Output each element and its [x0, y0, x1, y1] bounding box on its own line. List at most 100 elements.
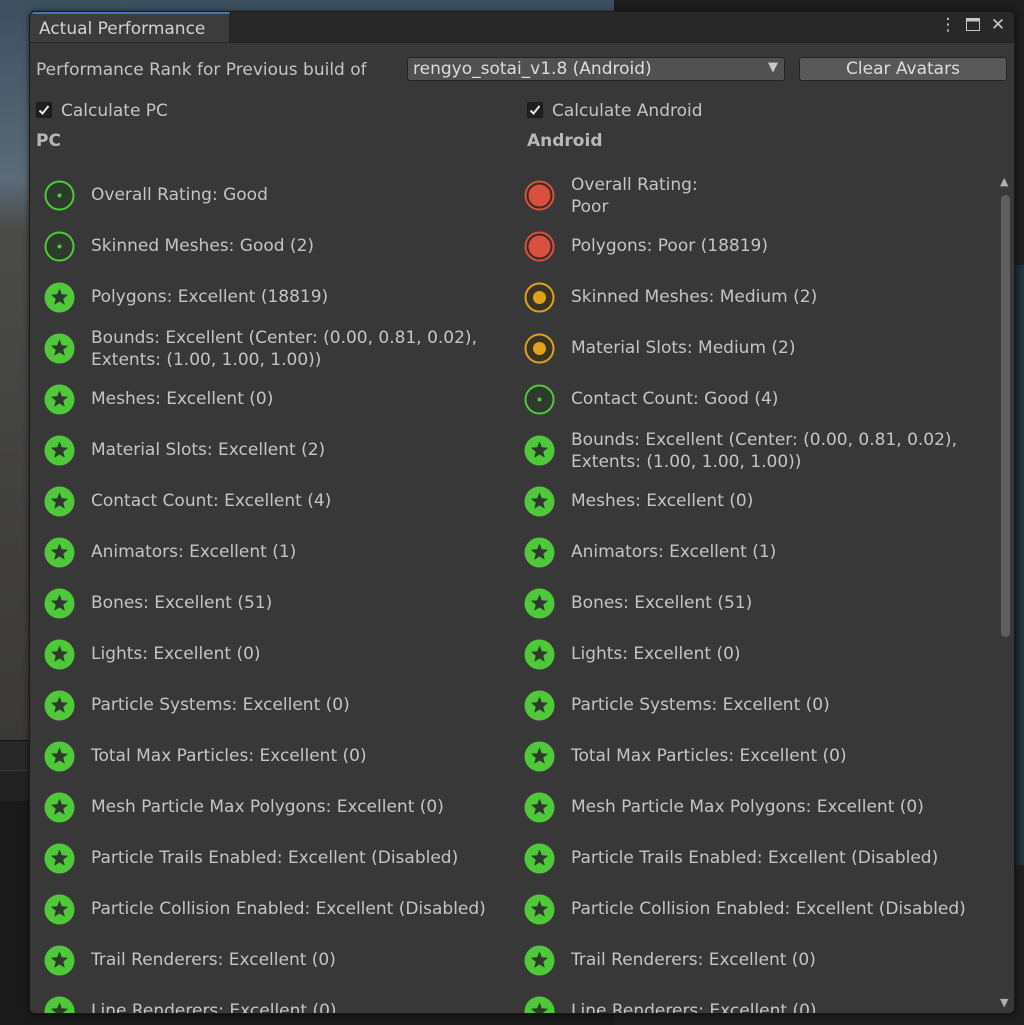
stat-row: Trail Renderers: Excellent (0)	[524, 945, 994, 995]
editor-toolbar-fragment	[0, 770, 30, 801]
stat-row: Mesh Particle Max Polygons: Excellent (0…	[524, 792, 994, 842]
excellent-icon	[44, 435, 75, 466]
excellent-icon	[524, 537, 555, 568]
stat-label: Lights: Excellent (0)	[571, 644, 741, 664]
good-icon	[44, 231, 75, 262]
maximize-icon[interactable]	[963, 17, 983, 35]
excellent-icon	[524, 894, 555, 925]
excellent-icon	[524, 792, 555, 823]
stat-row: Particle Collision Enabled: Excellent (D…	[44, 894, 514, 944]
tab-actual-performance[interactable]: Actual Performance	[30, 12, 230, 42]
stat-row: Total Max Particles: Excellent (0)	[44, 741, 514, 791]
stat-label: Bounds: Excellent (Center: (0.00, 0.81, …	[571, 430, 957, 472]
vertical-scrollbar[interactable]: ▲ ▼	[996, 175, 1014, 1013]
performance-rank-label: Performance Rank for Previous build of	[36, 60, 367, 80]
stat-label: Line Renderers: Excellent (0)	[571, 1001, 817, 1013]
menu-kebab-icon[interactable]: ⋮	[938, 15, 958, 35]
excellent-icon	[44, 588, 75, 619]
excellent-icon	[524, 435, 555, 466]
stat-row: Animators: Excellent (1)	[524, 537, 994, 587]
excellent-icon	[44, 792, 75, 823]
excellent-icon	[44, 843, 75, 874]
stat-label: Trail Renderers: Excellent (0)	[571, 950, 816, 970]
stat-row: Contact Count: Excellent (4)	[44, 486, 514, 536]
stat-label: Skinned Meshes: Medium (2)	[571, 287, 818, 307]
stat-label: Mesh Particle Max Polygons: Excellent (0…	[571, 797, 924, 817]
stat-row: Skinned Meshes: Medium (2)	[524, 282, 994, 332]
poor-icon	[524, 180, 555, 211]
stat-label: Particle Trails Enabled: Excellent (Disa…	[91, 848, 459, 868]
calculate-android-label[interactable]: Calculate Android	[552, 101, 703, 121]
stat-row: Bounds: Excellent (Center: (0.00, 0.81, …	[524, 430, 994, 485]
excellent-icon	[44, 486, 75, 517]
pc-section-title: PC	[36, 131, 61, 151]
excellent-icon	[524, 843, 555, 874]
dropdown-value: rengyo_sotai_v1.8 (Android)	[413, 59, 652, 79]
avatar-build-dropdown[interactable]: rengyo_sotai_v1.8 (Android) ▼	[407, 57, 785, 81]
checkmark-icon	[529, 105, 541, 115]
scroll-thumb[interactable]	[1001, 195, 1010, 637]
stat-label: Mesh Particle Max Polygons: Excellent (0…	[91, 797, 444, 817]
stat-row: Particle Systems: Excellent (0)	[524, 690, 994, 740]
excellent-icon	[44, 537, 75, 568]
performance-list: Overall Rating: Good Skinned Meshes: Good…	[30, 175, 996, 1013]
stat-label: Total Max Particles: Excellent (0)	[91, 746, 367, 766]
stat-row: Meshes: Excellent (0)	[524, 486, 994, 536]
stat-row: Bones: Excellent (51)	[524, 588, 994, 638]
stat-label: Particle Trails Enabled: Excellent (Disa…	[571, 848, 939, 868]
calculate-android-checkbox[interactable]	[527, 102, 543, 118]
close-icon[interactable]: ✕	[988, 15, 1008, 35]
calculate-pc-label[interactable]: Calculate PC	[61, 101, 168, 121]
stat-label: Material Slots: Medium (2)	[571, 338, 796, 358]
stat-row: Lights: Excellent (0)	[524, 639, 994, 689]
stat-label: Overall Rating: Poor	[571, 175, 698, 217]
excellent-icon	[44, 996, 75, 1013]
clear-avatars-button[interactable]: Clear Avatars	[799, 57, 1007, 81]
calculate-pc-checkbox[interactable]	[36, 102, 52, 118]
stat-label: Meshes: Excellent (0)	[91, 389, 274, 409]
stat-row: Polygons: Poor (18819)	[524, 231, 994, 281]
excellent-icon	[524, 486, 555, 517]
stat-row: Animators: Excellent (1)	[44, 537, 514, 587]
excellent-icon	[44, 639, 75, 670]
stat-row: Line Renderers: Excellent (0)	[44, 996, 514, 1013]
stat-label: Polygons: Poor (18819)	[571, 236, 768, 256]
stat-label: Particle Systems: Excellent (0)	[91, 695, 350, 715]
stat-row: Trail Renderers: Excellent (0)	[44, 945, 514, 995]
excellent-icon	[524, 690, 555, 721]
stat-row: Mesh Particle Max Polygons: Excellent (0…	[44, 792, 514, 842]
stat-row: Particle Systems: Excellent (0)	[44, 690, 514, 740]
excellent-icon	[524, 639, 555, 670]
tab-label: Actual Performance	[39, 19, 206, 39]
excellent-icon	[44, 894, 75, 925]
actual-performance-window: Actual Performance ⋮ ✕ Performance Rank …	[29, 11, 1015, 1014]
scroll-up-arrow-icon[interactable]: ▲	[1000, 175, 1008, 188]
excellent-icon	[524, 588, 555, 619]
stat-row: Contact Count: Good (4)	[524, 384, 994, 434]
chevron-down-icon: ▼	[768, 60, 778, 75]
excellent-icon	[44, 690, 75, 721]
stat-row: Particle Collision Enabled: Excellent (D…	[524, 894, 994, 944]
checkmark-icon	[38, 105, 50, 115]
stat-row: Meshes: Excellent (0)	[44, 384, 514, 434]
scroll-down-arrow-icon[interactable]: ▼	[1000, 996, 1008, 1009]
medium-icon	[524, 333, 555, 364]
excellent-icon	[524, 996, 555, 1013]
stat-label: Lights: Excellent (0)	[91, 644, 261, 664]
stat-row: Line Renderers: Excellent (0)	[524, 996, 994, 1013]
stat-label: Bones: Excellent (51)	[91, 593, 273, 613]
window-content: Performance Rank for Previous build of r…	[30, 43, 1014, 1013]
good-icon	[524, 384, 555, 415]
stat-label: Particle Collision Enabled: Excellent (D…	[571, 899, 966, 919]
stat-label: Overall Rating: Good	[91, 185, 268, 205]
stat-label: Particle Collision Enabled: Excellent (D…	[91, 899, 486, 919]
stat-row: Particle Trails Enabled: Excellent (Disa…	[44, 843, 514, 893]
stat-row: Particle Trails Enabled: Excellent (Disa…	[524, 843, 994, 893]
excellent-icon	[44, 945, 75, 976]
stat-row: Total Max Particles: Excellent (0)	[524, 741, 994, 791]
stat-row: Bounds: Excellent (Center: (0.00, 0.81, …	[44, 328, 514, 383]
stat-label: Bones: Excellent (51)	[571, 593, 753, 613]
stat-row: Lights: Excellent (0)	[44, 639, 514, 689]
stat-label: Contact Count: Excellent (4)	[91, 491, 332, 511]
stat-label: Material Slots: Excellent (2)	[91, 440, 326, 460]
